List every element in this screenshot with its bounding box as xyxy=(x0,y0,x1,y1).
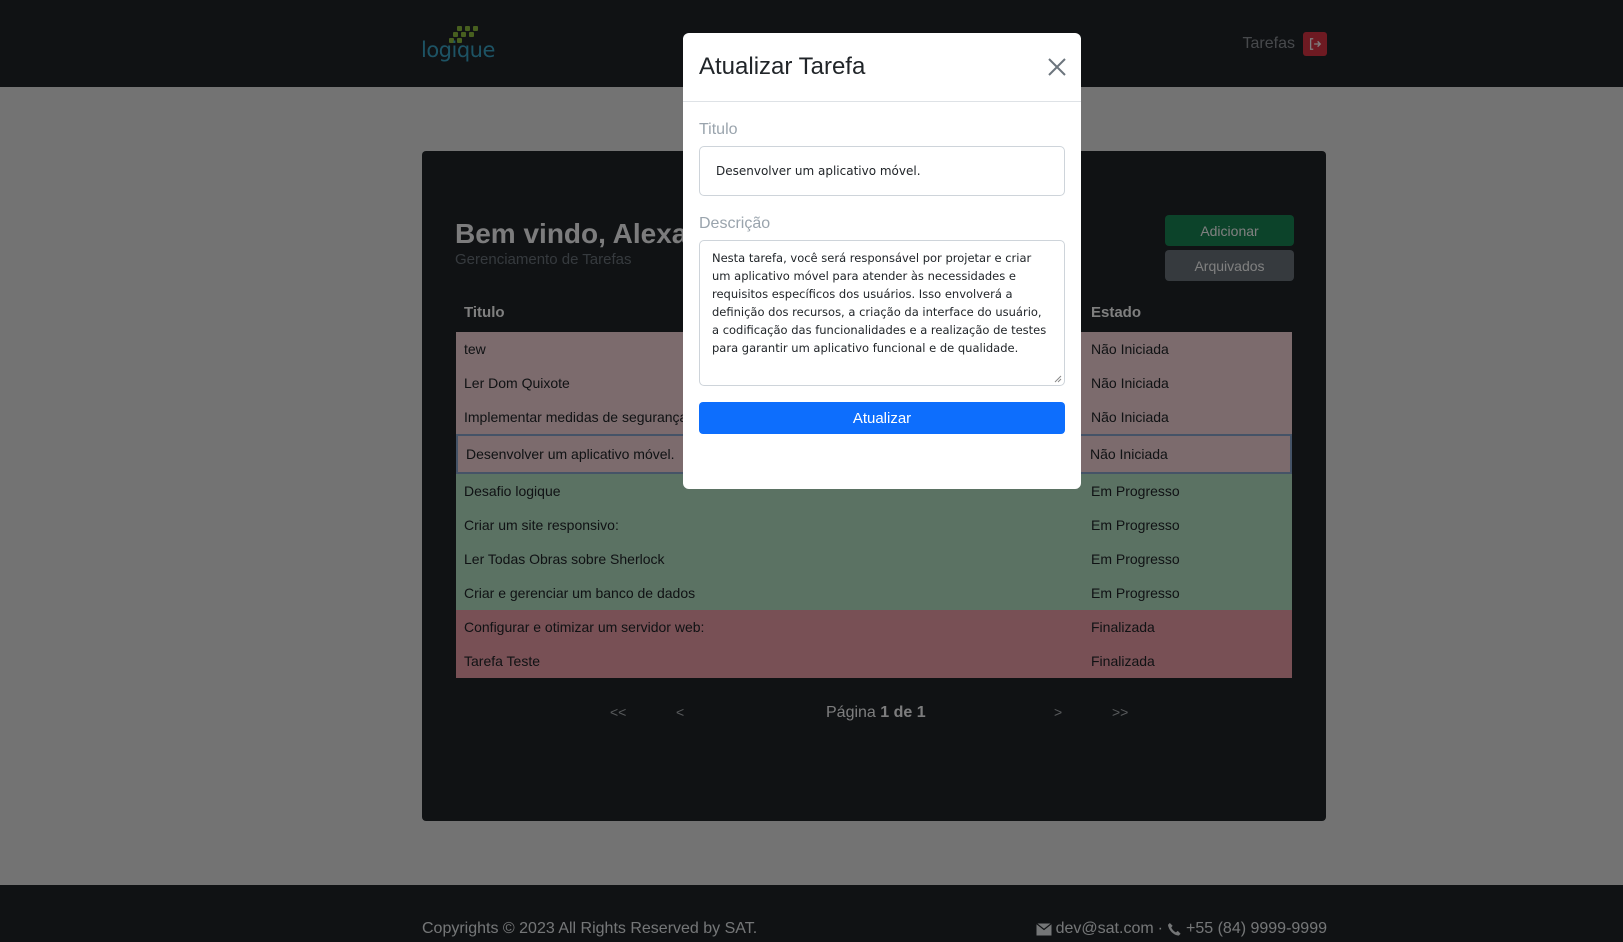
close-icon xyxy=(1048,58,1066,76)
description-field-label: Descrição xyxy=(699,215,771,232)
description-textarea[interactable]: Nesta tarefa, você será responsável por … xyxy=(699,240,1065,386)
title-input-value: Desenvolver um aplicativo móvel. xyxy=(716,164,921,178)
modal-header: Atualizar Tarefa xyxy=(683,33,1081,102)
description-value: Nesta tarefa, você será responsável por … xyxy=(712,251,1047,355)
title-input[interactable]: Desenvolver um aplicativo móvel. xyxy=(699,146,1065,196)
modal-title: Atualizar Tarefa xyxy=(699,53,866,80)
update-button[interactable]: Atualizar xyxy=(699,402,1065,434)
title-field-label: Titulo xyxy=(699,121,738,138)
update-task-modal: Atualizar Tarefa Titulo Desenvolver um a… xyxy=(683,33,1081,489)
resize-grip-icon[interactable] xyxy=(1054,375,1062,383)
close-modal-button[interactable] xyxy=(1045,55,1069,79)
